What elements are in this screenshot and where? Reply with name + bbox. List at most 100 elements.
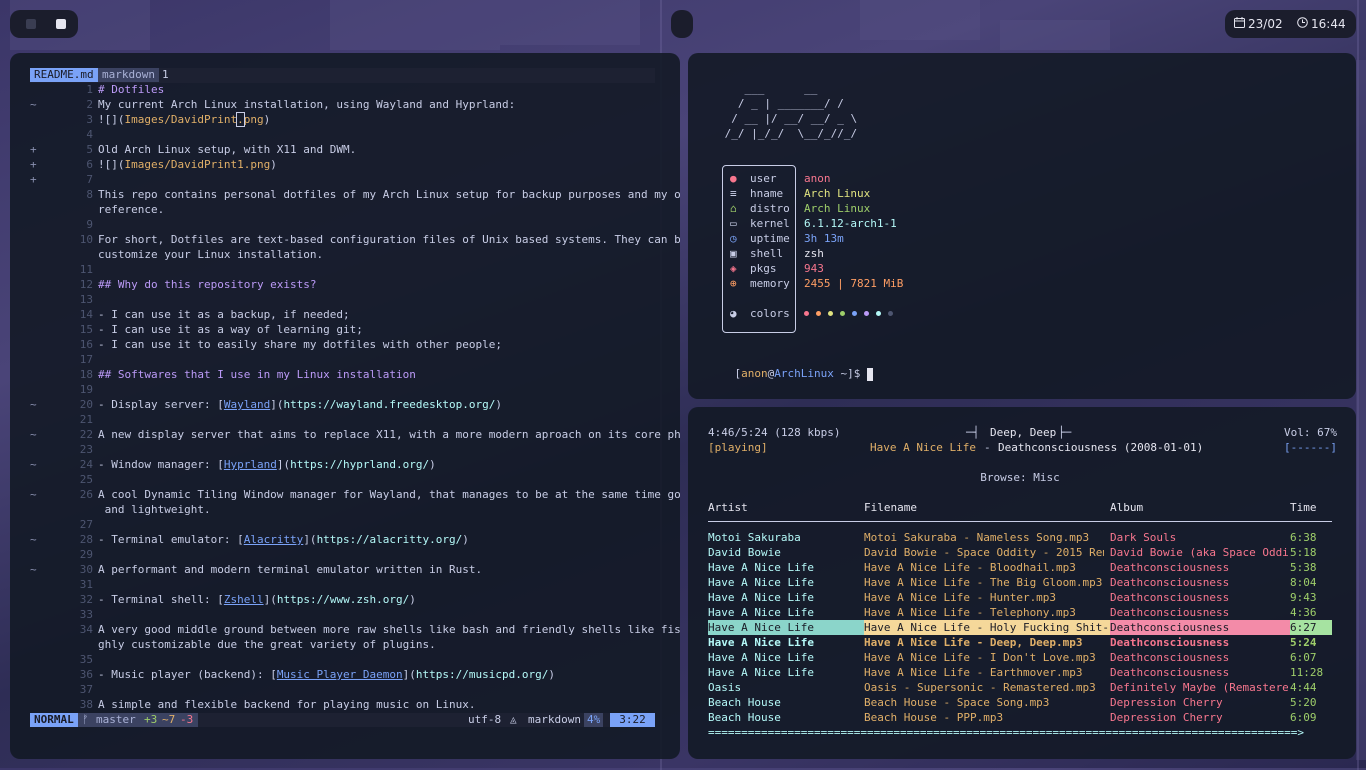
- playlist-row[interactable]: Oasis Oasis - Supersonic - Remastered.mp3…: [708, 680, 1332, 695]
- artist-cell: Oasis: [708, 681, 742, 694]
- editor-line[interactable]: ~22 A new display server that aims to rep…: [30, 427, 680, 442]
- editor-line[interactable]: ~30 A performant and modern terminal emul…: [30, 562, 655, 577]
- markdown-link-text[interactable]: Alacritty: [244, 533, 304, 546]
- editor-line[interactable]: ~20- Display server: [Wayland](https://w…: [30, 397, 655, 412]
- markdown-link-url[interactable]: https://alacritty.org/: [317, 533, 463, 546]
- editor-line[interactable]: 18 ## Softwares that I use in my Linux in…: [30, 367, 655, 382]
- editor-line[interactable]: 33: [30, 607, 655, 622]
- playlist-row[interactable]: Beach House Beach House - PPP.mp3 Depressi…: [708, 710, 1332, 725]
- column-header-filename[interactable]: Filename: [864, 500, 917, 515]
- editor-window[interactable]: README.md markdown 1 1 # Dotfiles ~2 My cur…: [10, 53, 680, 759]
- markdown-link-text[interactable]: Zshell: [224, 593, 264, 606]
- editor-line[interactable]: +7: [30, 172, 655, 187]
- playlist-row[interactable]: David Bowie David Bowie - Space Oddity - …: [708, 545, 1332, 560]
- editor-line[interactable]: 38 A simple and flexible backend for play…: [30, 697, 655, 712]
- editor-line[interactable]: 29: [30, 547, 655, 562]
- editor-line[interactable]: and lightweight.: [30, 502, 655, 517]
- volume-indicator[interactable]: Vol: 67%: [1284, 425, 1337, 440]
- column-header-artist[interactable]: Artist: [708, 500, 748, 515]
- editor-line[interactable]: 10 For short, Dotfiles are text-based con…: [30, 232, 680, 247]
- markdown-link-text[interactable]: Wayland: [224, 398, 270, 411]
- time-cell: 11:28: [1290, 666, 1324, 679]
- editor-line[interactable]: 3 ![](Images/DavidPrint.png): [30, 112, 655, 127]
- editor-line[interactable]: 14 - I can use it as a backup, if needed;: [30, 307, 655, 322]
- line-number: 14: [79, 308, 93, 321]
- line-text: My current Arch Linux installation, usin…: [98, 98, 516, 111]
- editor-line[interactable]: reference.: [30, 202, 655, 217]
- filename-cell: Have A Nice Life - Earthmover.mp3: [864, 666, 1083, 679]
- editor-line[interactable]: 8 This repo contains personal dotfiles of…: [30, 187, 680, 202]
- editor-line[interactable]: customize your Linux installation.: [30, 247, 655, 262]
- editor-line[interactable]: 19: [30, 382, 655, 397]
- editor-line[interactable]: 27: [30, 517, 655, 532]
- column-header-time[interactable]: Time: [1290, 500, 1317, 515]
- editor-line[interactable]: 13: [30, 292, 655, 307]
- editor-line[interactable]: 23: [30, 442, 655, 457]
- line-text: customize your Linux installation.: [98, 248, 324, 261]
- markdown-link-url[interactable]: https://hyprland.org/: [290, 458, 429, 471]
- playlist-row[interactable]: Motoi Sakuraba Motoi Sakuraba - Nameless …: [708, 530, 1332, 545]
- playlist-row[interactable]: Have A Nice Life Have A Nice Life - The B…: [708, 575, 1332, 590]
- editor-line[interactable]: ~24- Window manager: [Hyprland](https://…: [30, 457, 655, 472]
- playlist-row[interactable]: Have A Nice Life Have A Nice Life - Holy …: [708, 620, 1332, 635]
- editor-line[interactable]: 21: [30, 412, 655, 427]
- workspace-2-indicator[interactable]: [56, 19, 66, 29]
- editor-line[interactable]: +6 ![](Images/DavidPrint1.png): [30, 157, 655, 172]
- album-cell: Deathconsciousness: [1110, 651, 1230, 664]
- editor-line[interactable]: ghly customizable due the great variety …: [30, 637, 655, 652]
- time-cell: 4:36: [1290, 606, 1317, 619]
- editor-line[interactable]: 11: [30, 262, 655, 277]
- playlist-row[interactable]: Have A Nice Life Have A Nice Life - Hunte…: [708, 590, 1332, 605]
- markdown-link-url[interactable]: https://www.zsh.org/: [277, 593, 409, 606]
- line-text: A simple and flexible backend for playin…: [98, 698, 476, 711]
- buffer-tab-filename[interactable]: README.md: [30, 68, 98, 82]
- music-player-window[interactable]: 4:46/5:24 (128 kbps) ─┤ Deep, Deep ├─ Vo…: [688, 407, 1356, 759]
- buffer-tab-filetype[interactable]: markdown: [98, 68, 159, 82]
- editor-line[interactable]: 32 - Terminal shell: [Zshell](https://www…: [30, 592, 655, 607]
- editor-line[interactable]: 12 ## Why do this repository exists?: [30, 277, 655, 292]
- line-text: # Dotfiles: [98, 83, 165, 96]
- shell-icon: ▣: [730, 247, 737, 260]
- editor-line[interactable]: 16 - I can use it to easily share my dotf…: [30, 337, 655, 352]
- editor-line[interactable]: 17: [30, 352, 655, 367]
- line-text: - Music player (backend): [Music Player …: [98, 668, 555, 681]
- song-progress-bar[interactable]: ========================================…: [708, 725, 1332, 740]
- editor-line[interactable]: 36 - Music player (backend): [Music Playe…: [30, 667, 655, 682]
- workspace-1-indicator[interactable]: [26, 19, 36, 29]
- editor-line[interactable]: 1 # Dotfiles: [30, 82, 655, 97]
- editor-line[interactable]: 35: [30, 652, 655, 667]
- editor-line[interactable]: 37: [30, 682, 655, 697]
- time-cell: 6:07: [1290, 651, 1317, 664]
- album-cell: Depression Cherry: [1110, 711, 1223, 724]
- editor-line[interactable]: 9: [30, 217, 655, 232]
- editor-text-area[interactable]: 1 # Dotfiles ~2 My current Arch Linux insta…: [30, 82, 680, 711]
- markdown-link-url[interactable]: https://wayland.freedesktop.org/: [283, 398, 495, 411]
- editor-line[interactable]: ~28- Terminal emulator: [Alacritty](http…: [30, 532, 655, 547]
- terminal-window[interactable]: ___ __ / _ | _______/ / / __ |/ __/ __/ …: [688, 53, 1356, 399]
- editor-line[interactable]: 34 A very good middle ground between more…: [30, 622, 680, 637]
- playlist-row[interactable]: Have A Nice Life Have A Nice Life - Telep…: [708, 605, 1332, 620]
- editor-line[interactable]: 15 - I can use it as a way of learning gi…: [30, 322, 655, 337]
- editor-line[interactable]: 4: [30, 127, 655, 142]
- shell-prompt[interactable]: [anon@ArchLinux ~]$: [708, 351, 873, 381]
- playlist-row[interactable]: Have A Nice Life Have A Nice Life - Blood…: [708, 560, 1332, 575]
- markdown-link-text[interactable]: Music Player Daemon: [277, 668, 403, 681]
- line-text: - I can use it to easily share my dotfil…: [98, 338, 502, 351]
- line-text: For short, Dotfiles are text-based confi…: [98, 233, 680, 246]
- playlist-row[interactable]: Have A Nice Life Have A Nice Life - Deep,…: [708, 635, 1332, 650]
- column-header-album[interactable]: Album: [1110, 500, 1143, 515]
- editor-line[interactable]: ~26 A cool Dynamic Tiling Window manager …: [30, 487, 680, 502]
- line-number: 35: [79, 653, 93, 666]
- playlist-row[interactable]: Have A Nice Life Have A Nice Life - I Don…: [708, 650, 1332, 665]
- markdown-link-url[interactable]: https://musicpd.org/: [416, 668, 548, 681]
- editor-line[interactable]: +5 Old Arch Linux setup, with X11 and DWM…: [30, 142, 655, 157]
- playlist-row[interactable]: Beach House Beach House - Space Song.mp3 D…: [708, 695, 1332, 710]
- current-song-title: Deep, Deep: [990, 426, 1057, 439]
- editor-line[interactable]: 25: [30, 472, 655, 487]
- filename-cell: Have A Nice Life - I Don't Love.mp3: [864, 651, 1096, 664]
- playlist-row[interactable]: Have A Nice Life Have A Nice Life - Earth…: [708, 665, 1332, 680]
- editor-line[interactable]: 31: [30, 577, 655, 592]
- time-cell: 4:44: [1290, 681, 1317, 694]
- editor-line[interactable]: ~2 My current Arch Linux installation, us…: [30, 97, 655, 112]
- markdown-link-text[interactable]: Hyprland: [224, 458, 277, 471]
